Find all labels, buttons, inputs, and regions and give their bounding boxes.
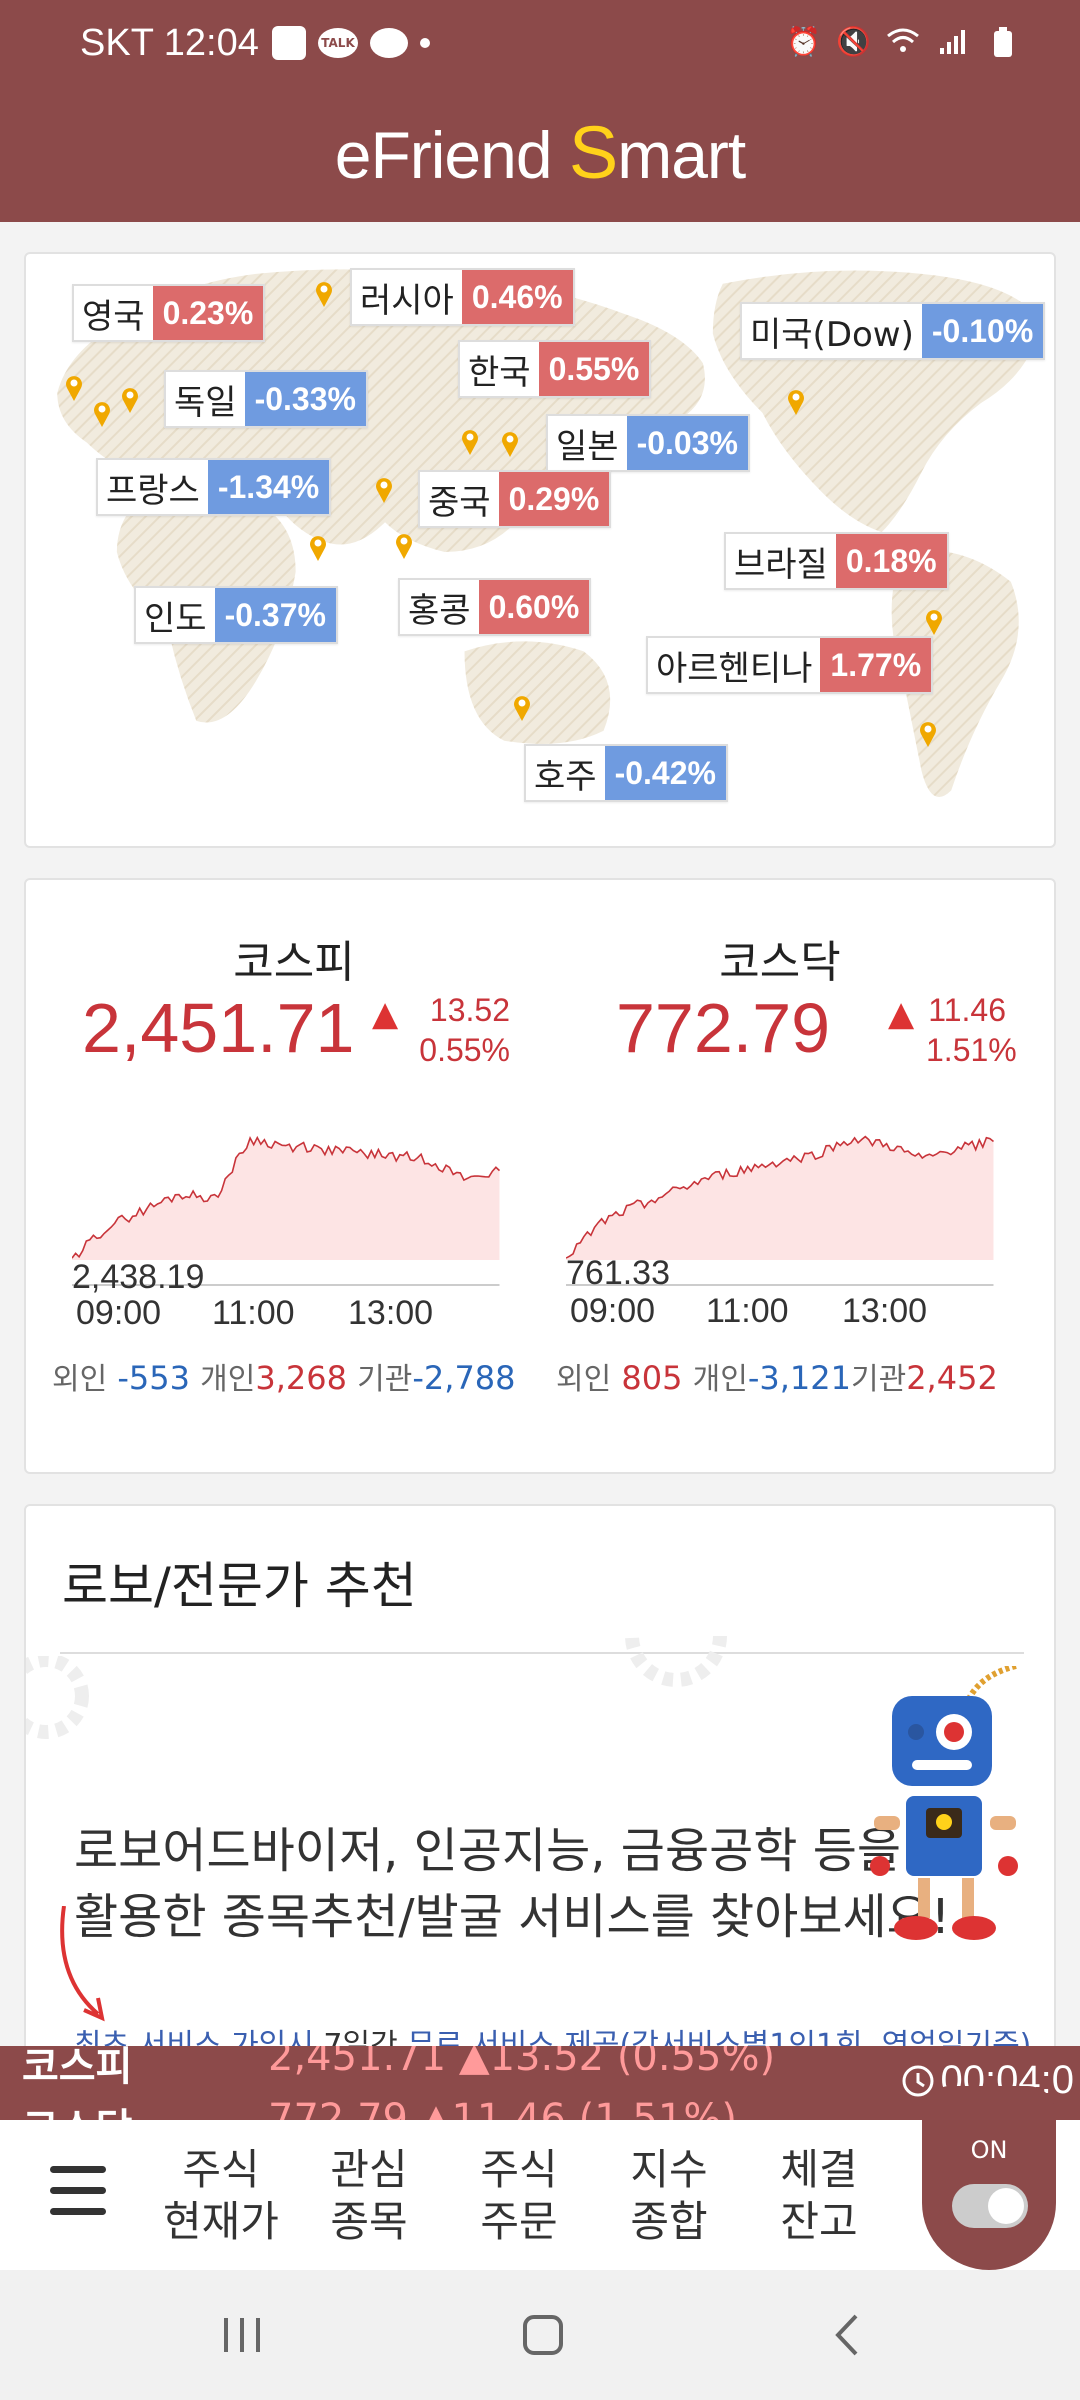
app-header: SKT 12:04 TALK ⏰ 🔇 eFriend Smart: [0, 0, 1080, 222]
map-pin-icon: [94, 402, 110, 427]
x-tick-label: 13:00: [348, 1294, 434, 1332]
chart-area-fill: [566, 1136, 994, 1260]
x-tick-label: 11:00: [212, 1294, 295, 1332]
system-navigation-bar: [0, 2270, 1080, 2400]
gear-icon: [625, 1636, 727, 1687]
x-tick-label: 09:00: [76, 1294, 162, 1332]
market-tag-australia[interactable]: 호주 -0.42%: [524, 744, 728, 802]
x-tick-label: 13:00: [842, 1292, 928, 1330]
map-pin-icon: [502, 432, 518, 457]
bottom-navigation: 주식 현재가 관심 종목 주식 주문 지수 종합 체결 잔고: [0, 2120, 1080, 2270]
kospi-title: 코스피: [233, 937, 355, 988]
market-tag-korea[interactable]: 한국 0.55%: [458, 340, 652, 398]
status-bar: SKT 12:04 TALK ⏰ 🔇: [0, 0, 1080, 90]
recent-apps-icon[interactable]: [220, 2310, 266, 2360]
home-icon[interactable]: [520, 2310, 566, 2360]
kospi-value: 2,451.71: [82, 989, 355, 1067]
nav-watchlist[interactable]: 관심 종목: [304, 2144, 434, 2248]
market-tag-us-dow[interactable]: 미국(Dow) -0.10%: [740, 302, 1046, 360]
map-pin-icon: [462, 430, 478, 455]
ticker-kosdaq: 코스닥772.79 ▲11.46 (1.51%): [22, 2096, 737, 2120]
nav-index-overview[interactable]: 지수 종합: [604, 2144, 734, 2248]
chart-area-fill: [72, 1137, 500, 1260]
mute-icon: 🔇: [836, 25, 871, 58]
toggle-label: ON: [970, 2136, 1008, 2164]
kosdaq-value: 772.79: [616, 989, 831, 1067]
battery-icon: [986, 26, 1020, 58]
index-ticker[interactable]: 코스피2,451.71 ▲13.52 (0.55%) 코스닥772.79 ▲11…: [0, 2046, 1080, 2120]
market-tag-uk[interactable]: 영국 0.23%: [72, 284, 266, 342]
app-logo: eFriend Smart: [334, 111, 746, 194]
market-tag-russia[interactable]: 러시아 0.46%: [350, 268, 575, 326]
alarm-icon: ⏰: [786, 25, 821, 58]
map-pin-icon: [920, 722, 936, 747]
x-tick-label: 11:00: [706, 1292, 789, 1330]
robo-recommend-card[interactable]: 로보/전문가 추천 로보어드바이저, 인공지능, 금융공학 등을 활용한 종목추…: [24, 1504, 1056, 2064]
kospi-change: 13.52 0.55%: [419, 992, 510, 1068]
kosdaq-panel[interactable]: 코스닥 772.79 ▲ 11.46 1.51% 761.33 09:00 11…: [542, 880, 1042, 1472]
up-arrow-icon: ▲: [372, 994, 399, 1034]
message-icon: [370, 28, 408, 58]
map-pin-icon: [514, 696, 530, 721]
index-summary-card: 코스피 2,451.71 ▲ 13.52 0.55% 2,438.19 09:0…: [24, 878, 1056, 1474]
market-tag-hongkong[interactable]: 홍콩 0.60%: [398, 578, 592, 636]
gallery-icon: [272, 26, 306, 60]
ticker-toggle[interactable]: ON: [922, 2086, 1056, 2270]
wifi-icon: [886, 26, 920, 58]
kosdaq-min-label: 761.33: [566, 1254, 670, 1292]
nav-stock-order[interactable]: 주식 주문: [454, 2144, 584, 2248]
notification-icons: TALK: [272, 26, 430, 60]
toggle-knob: [988, 2188, 1024, 2224]
x-tick-label: 09:00: [570, 1292, 656, 1330]
ticker-kospi: 코스피 2,451.71 ▲13.52 (0.55%): [22, 2046, 776, 2090]
menu-icon[interactable]: [50, 2166, 106, 2226]
map-pin-icon: [788, 390, 804, 415]
nav-executions-balance[interactable]: 체결 잔고: [754, 2144, 884, 2248]
system-icons: ⏰ 🔇: [786, 26, 1020, 58]
kospi-investor-flows: 외인 -553 개인3,268 기관-2,788: [52, 1359, 516, 1397]
kosdaq-investor-flows: 외인 805 개인-3,121기관2,452: [556, 1359, 998, 1397]
map-pin-icon: [310, 536, 326, 561]
kosdaq-change: 11.46 1.51%: [926, 992, 1017, 1068]
market-tag-india[interactable]: 인도 -0.37%: [134, 586, 338, 644]
map-pin-icon: [66, 376, 82, 401]
map-pin-icon: [376, 478, 392, 503]
divider: [60, 1652, 1024, 1654]
map-pin-icon: [316, 282, 332, 307]
clock-icon: [902, 2065, 934, 2096]
market-tag-france[interactable]: 프랑스 -1.34%: [96, 458, 332, 516]
robo-section-title: 로보/전문가 추천: [62, 1557, 417, 1615]
kospi-min-label: 2,438.19: [72, 1258, 205, 1296]
world-markets-map[interactable]: 영국 0.23% 러시아 0.46% 미국(Dow) -0.10% 독일 -0.33% …: [24, 252, 1056, 848]
map-pin-icon: [396, 534, 412, 559]
robo-description: 로보어드바이저, 인공지능, 금융공학 등을 활용한 종목추천/발굴 서비스를 …: [74, 1823, 951, 1945]
kosdaq-title: 코스닥: [719, 937, 841, 988]
map-pin-icon: [122, 388, 138, 413]
kospi-panel[interactable]: 코스피 2,451.71 ▲ 13.52 0.55% 2,438.19 09:0…: [26, 880, 526, 1472]
status-time: SKT 12:04: [80, 22, 259, 64]
more-dot-icon: [420, 38, 430, 48]
robot-icon: [870, 1666, 1018, 1940]
toggle-switch[interactable]: [952, 2184, 1028, 2228]
market-tag-china[interactable]: 중국 0.29%: [418, 470, 612, 528]
map-pin-icon: [926, 610, 942, 635]
market-tag-brazil[interactable]: 브라질 0.18%: [724, 532, 949, 590]
market-tag-germany[interactable]: 독일 -0.33%: [164, 370, 368, 428]
kakaotalk-icon: TALK: [318, 28, 358, 58]
arrow-icon: [60, 1906, 105, 2022]
market-tag-argentina[interactable]: 아르헨티나 1.77%: [646, 636, 934, 694]
gear-icon: [26, 1656, 89, 1739]
signal-icon: [936, 26, 970, 58]
back-icon[interactable]: [826, 2310, 872, 2360]
nav-stock-price[interactable]: 주식 현재가: [156, 2144, 286, 2248]
market-tag-japan[interactable]: 일본 -0.03%: [546, 414, 750, 472]
up-arrow-icon: ▲: [888, 994, 915, 1034]
